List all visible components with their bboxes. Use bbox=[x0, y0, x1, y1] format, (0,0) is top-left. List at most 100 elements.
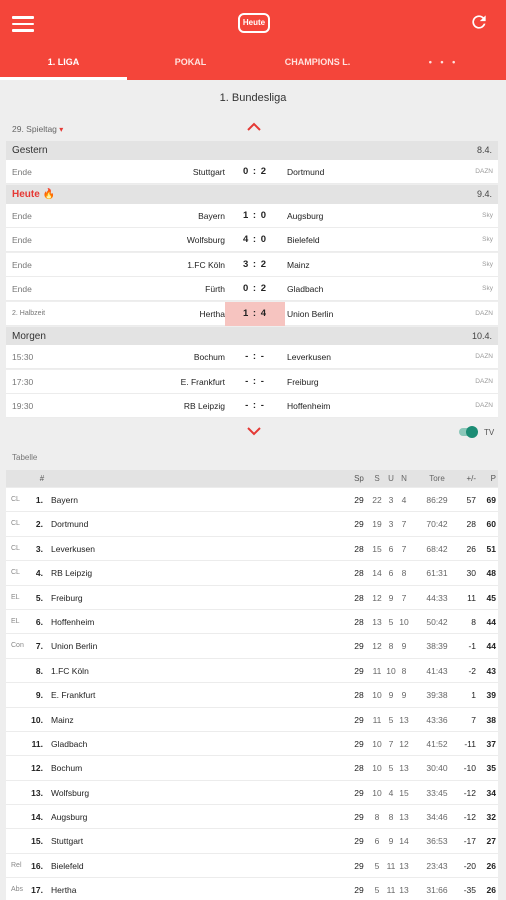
today-button[interactable]: Heute bbox=[238, 13, 270, 33]
table-row[interactable]: CL 3. Leverkusen 28 15 6 7 68:42 26 51 bbox=[6, 536, 498, 562]
qualification-marker: EL bbox=[11, 593, 20, 601]
home-team: Fürth bbox=[205, 284, 225, 294]
games-played: 29 bbox=[354, 665, 364, 676]
tv-channel: DAZN bbox=[475, 402, 493, 409]
goal-difference: 30 bbox=[466, 568, 476, 579]
tv-toggle[interactable] bbox=[459, 426, 479, 438]
losses: 13 bbox=[399, 860, 409, 871]
table-row[interactable]: 13. Wolfsburg 29 10 4 15 33:45 -12 34 bbox=[6, 780, 498, 806]
table-position: 8. bbox=[35, 665, 43, 676]
games-played: 28 bbox=[354, 592, 364, 603]
header-wins: S bbox=[374, 474, 380, 483]
goals: 38:39 bbox=[426, 641, 448, 652]
games-played: 29 bbox=[354, 787, 364, 798]
tv-channel: DAZN bbox=[475, 378, 493, 385]
games-played: 29 bbox=[354, 714, 364, 725]
table-position: 14. bbox=[31, 812, 43, 823]
tab-champions-league[interactable]: CHAMPIONS L. bbox=[254, 46, 381, 80]
header-diff: +/- bbox=[466, 474, 476, 483]
losses: 4 bbox=[401, 495, 407, 505]
table-header: # Sp S U N Tore +/- P bbox=[6, 470, 498, 488]
away-team: Augsburg bbox=[287, 211, 324, 221]
chevron-up-icon[interactable] bbox=[246, 121, 262, 133]
table-position: 10. bbox=[31, 714, 43, 725]
chevron-down-icon[interactable] bbox=[246, 425, 262, 437]
points: 37 bbox=[486, 738, 496, 749]
day-label: Gestern bbox=[12, 145, 48, 156]
home-team: 1.FC Köln bbox=[187, 260, 225, 270]
table-row[interactable]: 12. Bochum 28 10 5 13 30:40 -10 35 bbox=[6, 756, 498, 781]
points: 51 bbox=[486, 543, 496, 554]
games-played: 29 bbox=[354, 519, 364, 530]
table-row[interactable]: EL 5. Freiburg 28 12 9 7 44:33 11 45 bbox=[6, 585, 498, 610]
match-row[interactable]: 17:30 E. Frankfurt - : - Freiburg DAZN bbox=[6, 370, 498, 394]
menu-icon[interactable] bbox=[12, 13, 34, 33]
games-played: 28 bbox=[354, 763, 364, 774]
qualification-marker: Abs bbox=[11, 886, 24, 894]
match-status: 19:30 bbox=[12, 401, 34, 411]
wins: 5 bbox=[374, 885, 380, 896]
goals: 70:42 bbox=[426, 519, 448, 530]
away-team: Mainz bbox=[287, 260, 310, 270]
table-row[interactable]: 15. Stuttgart 29 6 9 14 36:53 -17 27 bbox=[6, 829, 498, 854]
table-row[interactable]: Rel 16. Bielefeld 29 5 11 13 23:43 -20 26 bbox=[6, 853, 498, 879]
draws: 7 bbox=[388, 738, 394, 749]
table-row[interactable]: Abs 17. Hertha 29 5 11 13 31:66 -35 26 bbox=[6, 878, 498, 900]
goal-difference: 8 bbox=[471, 616, 476, 627]
table-row[interactable]: CL 1. Bayern 29 22 3 4 86:29 57 69 bbox=[6, 488, 498, 513]
match-row[interactable]: Ende Stuttgart 0 : 2 Dortmund DAZN bbox=[6, 160, 498, 184]
tab-label: CHAMPIONS L. bbox=[284, 57, 351, 67]
table-row[interactable]: CL 2. Dortmund 29 19 3 7 70:42 28 60 bbox=[6, 512, 498, 537]
day-header-today: Heute 🔥 9.4. bbox=[6, 185, 498, 204]
table-row[interactable]: CL 4. RB Leipzig 28 14 6 8 61:31 30 48 bbox=[6, 561, 498, 586]
points: 44 bbox=[486, 641, 496, 652]
losses: 9 bbox=[401, 690, 407, 701]
match-row[interactable]: Ende Bayern 1 : 0 Augsburg Sky bbox=[6, 204, 498, 228]
home-team: Bochum bbox=[193, 352, 225, 362]
team-name: Bayern bbox=[51, 495, 78, 505]
goal-difference: 1 bbox=[471, 690, 476, 701]
table-row[interactable]: 14. Augsburg 29 8 8 13 34:46 -12 32 bbox=[6, 805, 498, 830]
tab-pokal[interactable]: POKAL bbox=[127, 46, 254, 80]
header-pos: # bbox=[39, 474, 45, 483]
match-row[interactable]: Ende Fürth 0 : 2 Gladbach Sky bbox=[6, 277, 498, 301]
qualification-marker: Rel bbox=[11, 861, 22, 869]
toggle-knob bbox=[466, 426, 478, 438]
losses: 12 bbox=[399, 738, 409, 749]
goals: 33:45 bbox=[426, 787, 448, 798]
games-played: 29 bbox=[354, 860, 364, 871]
wins: 12 bbox=[372, 641, 382, 652]
tv-toggle-label: TV bbox=[484, 428, 495, 437]
goal-difference: 11 bbox=[467, 592, 476, 603]
table-row[interactable]: Con 7. Union Berlin 29 12 8 9 38:39 -1 44 bbox=[6, 634, 498, 659]
goal-difference: 26 bbox=[466, 543, 476, 554]
match-score: 3 : 2 bbox=[242, 259, 267, 270]
day-label: Heute 🔥 bbox=[12, 189, 56, 200]
table-row[interactable]: 9. E. Frankfurt 28 10 9 9 39:38 1 39 bbox=[6, 683, 498, 708]
games-played: 29 bbox=[354, 495, 364, 505]
day-date: 10.4. bbox=[471, 331, 492, 341]
tab-1-liga[interactable]: 1. LIGA bbox=[0, 46, 127, 80]
table-row[interactable]: 10. Mainz 29 11 5 13 43:36 7 38 bbox=[6, 707, 498, 732]
goal-difference: -20 bbox=[463, 860, 476, 871]
table-row[interactable]: EL 6. Hoffenheim 28 13 5 10 50:42 8 44 bbox=[6, 609, 498, 635]
losses: 7 bbox=[401, 592, 407, 603]
tab-more[interactable]: • • • bbox=[381, 46, 506, 80]
matchday-selector[interactable]: 29. Spieltag ▾ bbox=[12, 124, 63, 134]
match-score: 0 : 2 bbox=[242, 166, 267, 177]
points: 44 bbox=[486, 616, 496, 627]
competition-title: 1. Bundesliga bbox=[219, 92, 287, 104]
table-position: 12. bbox=[31, 763, 43, 774]
match-row[interactable]: 15:30 Bochum - : - Leverkusen DAZN bbox=[6, 345, 498, 369]
match-row[interactable]: Ende 1.FC Köln 3 : 2 Mainz Sky bbox=[6, 253, 498, 277]
table-row[interactable]: 11. Gladbach 29 10 7 12 41:52 -11 37 bbox=[6, 731, 498, 757]
table-position: 17. bbox=[31, 885, 43, 896]
match-status: 2. Halbzeit bbox=[12, 310, 46, 317]
match-row-live[interactable]: 2. Halbzeit Hertha 1 : 4 Union Berlin DA… bbox=[6, 302, 498, 326]
home-team: Wolfsburg bbox=[186, 235, 225, 245]
match-row[interactable]: 19:30 RB Leipzig - : - Hoffenheim DAZN bbox=[6, 394, 498, 418]
match-row[interactable]: Ende Wolfsburg 4 : 0 Bielefeld Sky bbox=[6, 228, 498, 252]
table-position: 7. bbox=[35, 641, 43, 652]
table-row[interactable]: 8. 1.FC Köln 29 11 10 8 41:43 -2 43 bbox=[6, 658, 498, 684]
refresh-icon[interactable] bbox=[469, 12, 489, 32]
